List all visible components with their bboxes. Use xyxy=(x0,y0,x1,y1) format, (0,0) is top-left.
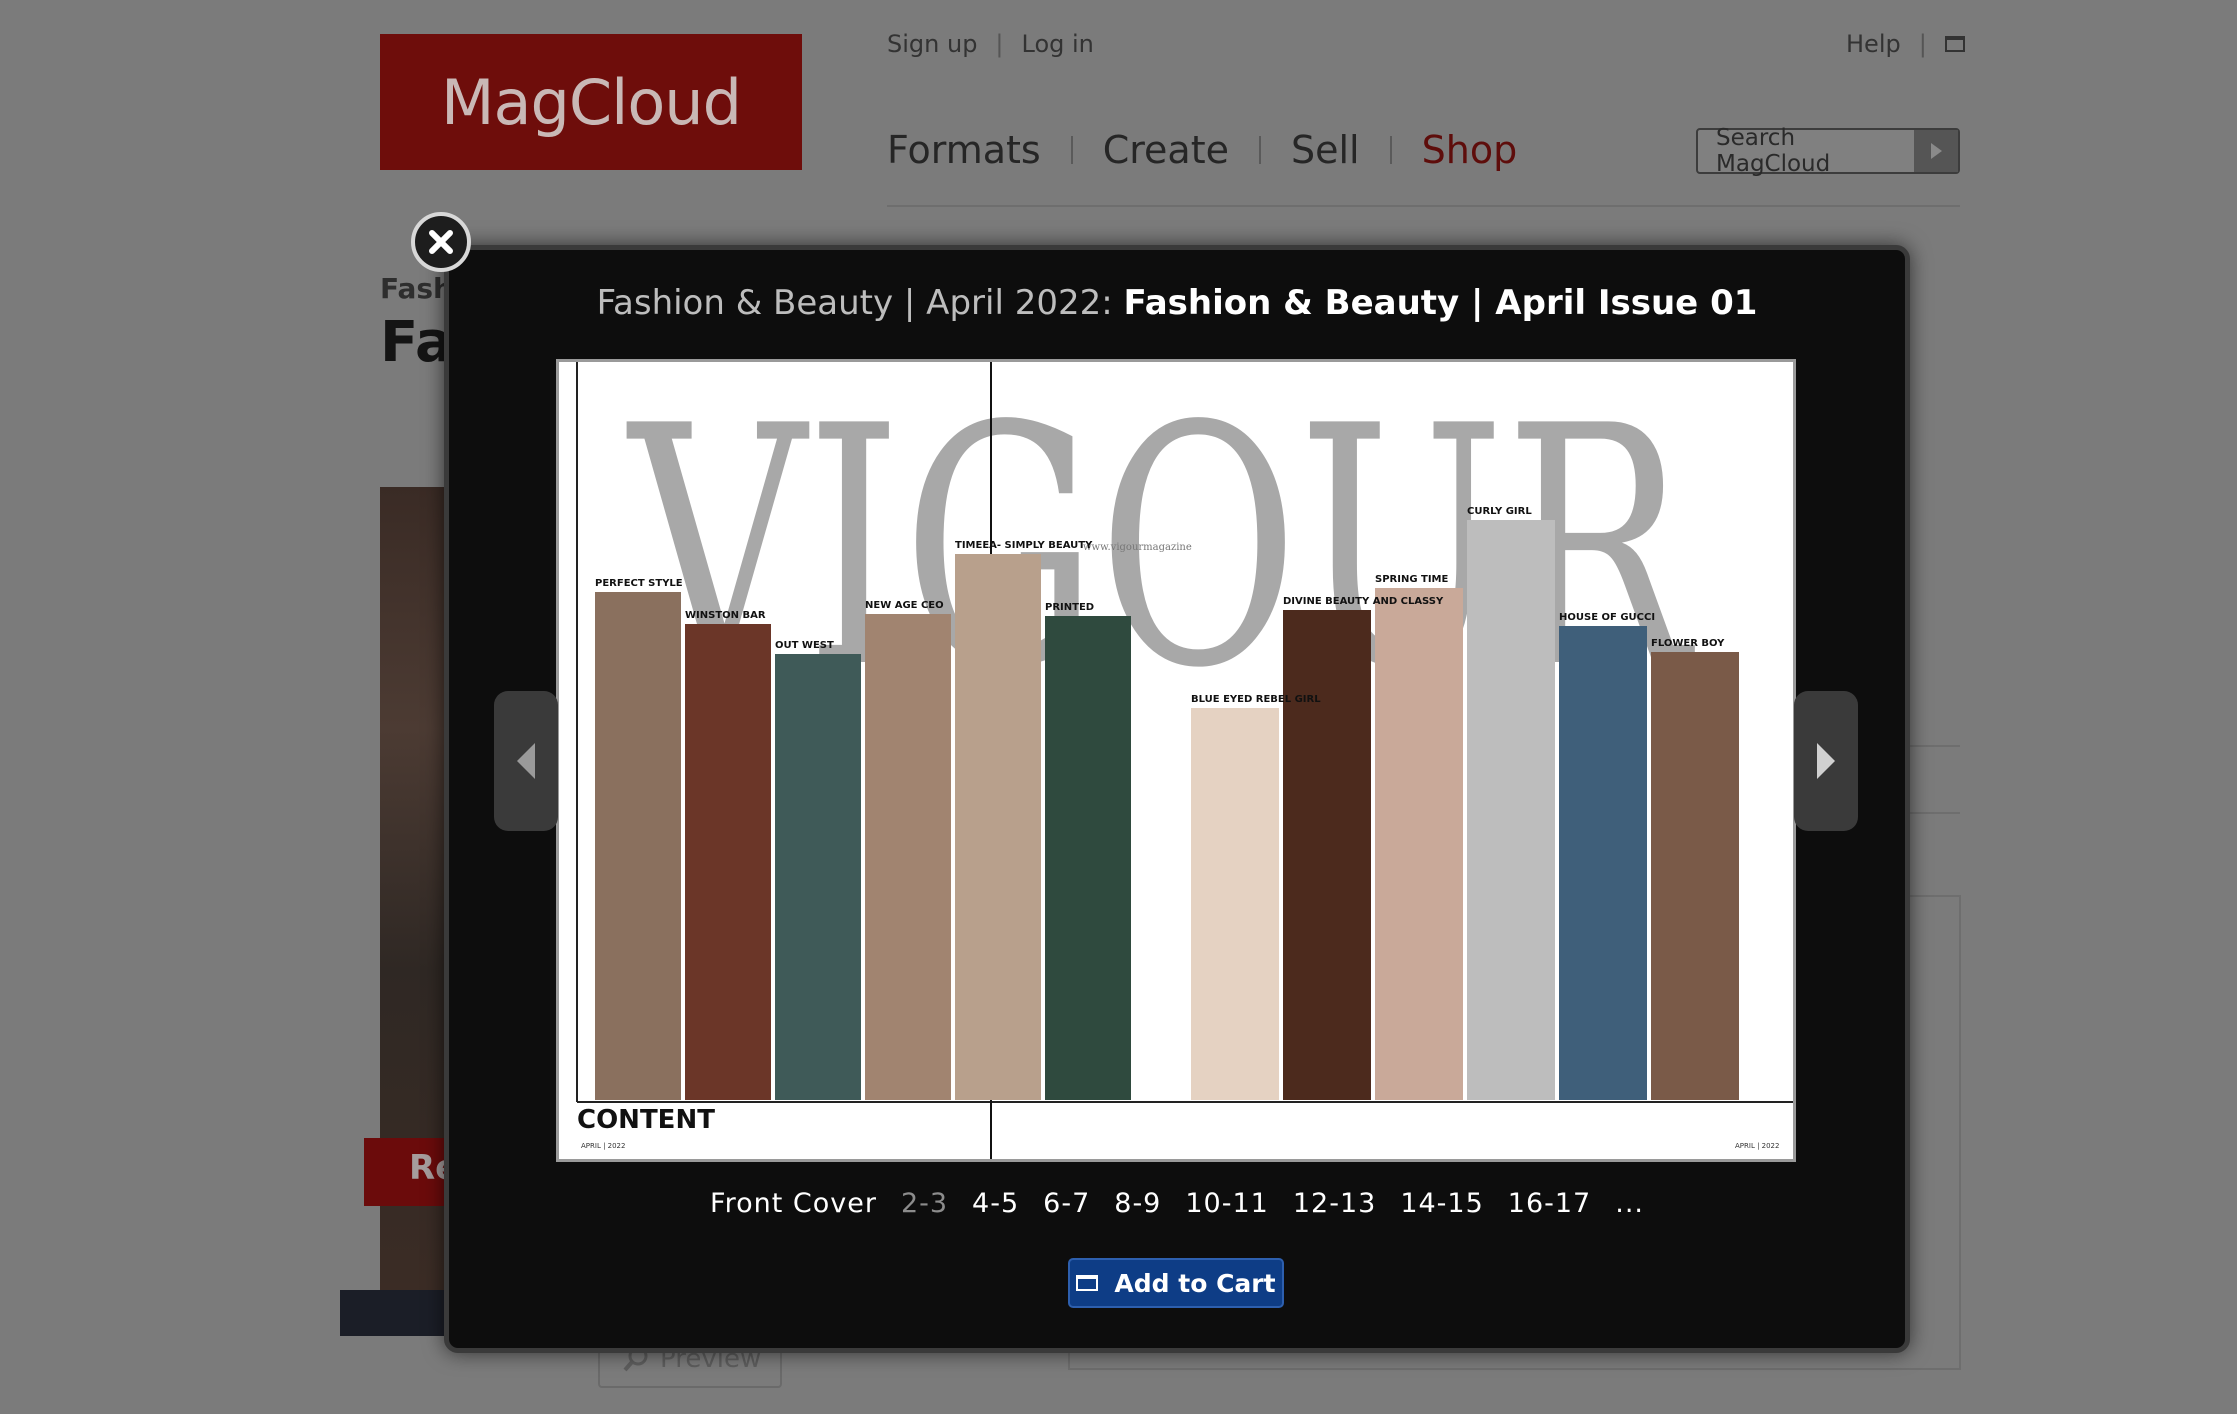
page-link-front-cover[interactable]: Front Cover xyxy=(710,1188,877,1219)
page-spread: VIGOUR www.vigourmagazine PERFECT STYLE … xyxy=(556,359,1796,1162)
page-link[interactable]: 4-5 xyxy=(972,1188,1019,1219)
chevron-right-icon xyxy=(1817,743,1835,779)
separator: | xyxy=(995,30,1004,58)
label-divine: DIVINE BEAUTY AND CLASSY xyxy=(1283,596,1444,607)
add-to-cart-label: Add to Cart xyxy=(1114,1268,1276,1298)
page-link[interactable]: 12-13 xyxy=(1293,1188,1376,1219)
cart-icon[interactable] xyxy=(1944,36,1965,52)
photo-strip xyxy=(1045,616,1131,1100)
label-out-west: OUT WEST xyxy=(775,640,834,651)
page-navigation: Front Cover 2-3 4-5 6-7 8-9 10-11 12-13 … xyxy=(444,1188,1910,1219)
main-nav: Formats Create Sell Shop xyxy=(887,128,1517,172)
photo-strip xyxy=(685,624,771,1100)
separator xyxy=(1070,136,1073,164)
sign-up-link[interactable]: Sign up xyxy=(887,30,977,58)
date-left: APRIL | 2022 xyxy=(581,1142,625,1150)
chevron-left-icon xyxy=(517,743,535,779)
nav-create[interactable]: Create xyxy=(1103,128,1229,172)
photo-strip xyxy=(1559,626,1647,1100)
label-winston-bar: WINSTON BAR xyxy=(685,610,766,621)
read-button[interactable]: Re xyxy=(364,1138,458,1206)
photo-strip xyxy=(955,554,1041,1100)
photo-strip xyxy=(595,592,681,1100)
issue-name: Fashion & Beauty | April Issue 01 xyxy=(1123,283,1758,323)
date-right: APRIL | 2022 xyxy=(1735,1142,1779,1150)
cover-stand xyxy=(340,1290,460,1336)
log-in-link[interactable]: Log in xyxy=(1022,30,1094,58)
label-new-age-ceo: NEW AGE CEO xyxy=(865,600,944,611)
label-flower-boy: FLOWER BOY xyxy=(1651,638,1725,649)
cart-icon xyxy=(1076,1275,1099,1291)
spread-artwork: VIGOUR www.vigourmagazine PERFECT STYLE … xyxy=(576,362,1793,1159)
separator xyxy=(1389,136,1392,164)
label-blue-eyed: BLUE EYED REBEL GIRL xyxy=(1191,694,1321,705)
content-heading: CONTENT xyxy=(577,1105,715,1135)
magcloud-logo[interactable]: MagCloud xyxy=(380,34,802,170)
search-input[interactable]: Search MagCloud xyxy=(1698,125,1914,177)
photo-strip xyxy=(865,614,951,1100)
header-divider xyxy=(887,205,1960,207)
photo-strip xyxy=(1375,588,1463,1100)
search-box[interactable]: Search MagCloud xyxy=(1696,125,1960,177)
page-link[interactable]: 16-17 xyxy=(1508,1188,1591,1219)
page-link-current[interactable]: 2-3 xyxy=(901,1188,948,1219)
page-title: Fa xyxy=(380,310,453,375)
label-spring-time: SPRING TIME xyxy=(1375,574,1449,585)
page-link-more[interactable]: ... xyxy=(1615,1188,1644,1219)
modal-title: Fashion & Beauty | April 2022: Fashion &… xyxy=(444,283,1910,323)
issue-series: Fashion & Beauty | April 2022: xyxy=(596,283,1113,323)
page-link[interactable]: 8-9 xyxy=(1114,1188,1161,1219)
page-link[interactable]: 10-11 xyxy=(1185,1188,1268,1219)
close-icon xyxy=(429,230,453,254)
nav-sell[interactable]: Sell xyxy=(1291,128,1360,172)
label-curly-girl: CURLY GIRL xyxy=(1467,506,1532,517)
close-button[interactable] xyxy=(411,212,471,272)
photo-strip xyxy=(1467,520,1555,1100)
breadcrumb-category[interactable]: Fash xyxy=(380,272,453,305)
nav-shop[interactable]: Shop xyxy=(1422,128,1518,172)
prev-page-button[interactable] xyxy=(494,691,558,831)
help-links: Help | xyxy=(1846,30,1965,58)
photo-strip xyxy=(775,654,861,1100)
label-house-of-gucci: HOUSE OF GUCCI xyxy=(1559,612,1655,623)
account-links: Sign up | Log in xyxy=(887,30,1094,58)
label-perfect-style: PERFECT STYLE xyxy=(595,578,683,589)
watermark: www.vigourmagazine xyxy=(1083,542,1192,553)
photo-strip xyxy=(1191,708,1279,1100)
add-to-cart-button[interactable]: Add to Cart xyxy=(1068,1258,1284,1308)
help-link[interactable]: Help xyxy=(1846,30,1901,58)
photo-strip xyxy=(1283,610,1371,1100)
label-timeea: TIMEEA- SIMPLY BEAUTY xyxy=(955,540,1093,551)
page-link[interactable]: 6-7 xyxy=(1043,1188,1090,1219)
label-printed: PRINTED xyxy=(1045,602,1094,613)
page-link[interactable]: 14-15 xyxy=(1400,1188,1483,1219)
play-arrow-icon xyxy=(1931,143,1942,159)
separator xyxy=(1258,136,1261,164)
nav-formats[interactable]: Formats xyxy=(887,128,1041,172)
photo-strip xyxy=(1651,652,1739,1100)
next-page-button[interactable] xyxy=(1794,691,1858,831)
search-go-button[interactable] xyxy=(1914,130,1958,172)
separator: | xyxy=(1918,30,1927,58)
